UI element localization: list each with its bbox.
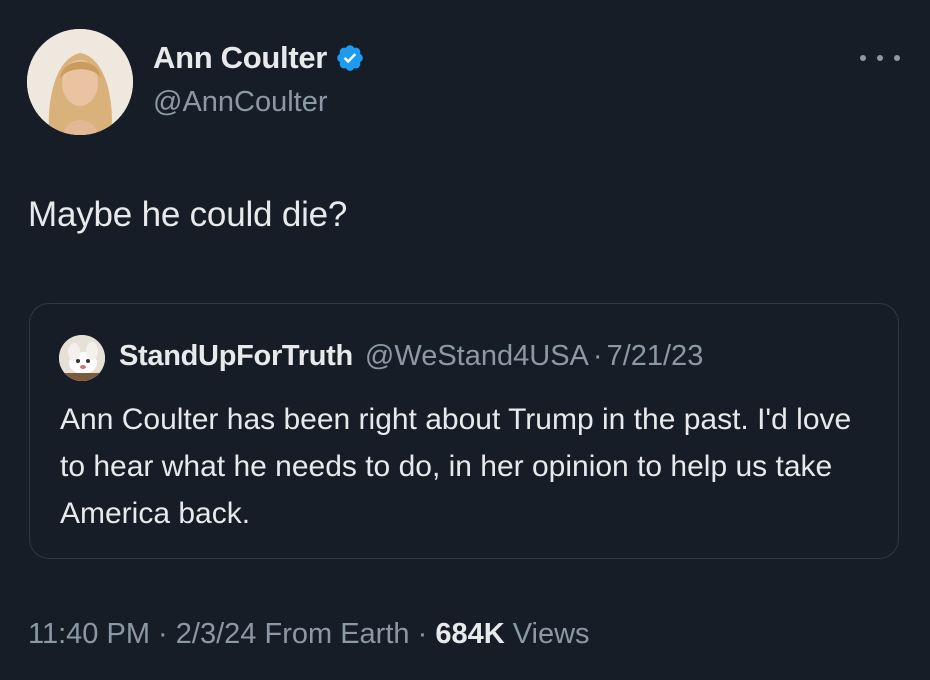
tweet-date[interactable]: 2/3/24 [176, 618, 257, 650]
tweet-text: Maybe he could die? [28, 195, 348, 234]
views-label: Views [512, 618, 590, 650]
tweet-card: Ann Coulter @AnnCoulter Maybe he could d… [0, 0, 930, 680]
quoted-header: StandUpForTruth @WeStand4USA · 7/21/23 [119, 340, 703, 373]
meta-separator: · [417, 618, 428, 650]
author-name-text: Ann Coulter [153, 40, 328, 75]
tweet-time[interactable]: 11:40 PM [28, 618, 150, 650]
quoted-author-handle[interactable]: @WeStand4USA [365, 340, 589, 373]
tweet-meta: 11:40 PM · 2/3/24 From Earth · 684K View… [28, 618, 590, 651]
quoted-date[interactable]: 7/21/23 [607, 340, 704, 373]
views-count[interactable]: 684K [435, 618, 504, 650]
quoted-author-avatar[interactable] [59, 335, 105, 381]
quoted-author-name[interactable]: StandUpForTruth [119, 340, 353, 373]
quoted-tweet[interactable]: StandUpForTruth @WeStand4USA · 7/21/23 A… [29, 303, 899, 559]
quoted-separator: · [592, 340, 603, 372]
author-avatar[interactable] [27, 29, 133, 135]
author-handle[interactable]: @AnnCoulter [153, 86, 328, 119]
meta-separator: · [158, 618, 168, 650]
verified-badge-icon [335, 43, 365, 73]
author-display-name[interactable]: Ann Coulter [153, 40, 365, 76]
quoted-tweet-text: Ann Coulter has been right about Trump i… [60, 403, 852, 530]
tweet-source: From Earth [264, 618, 410, 650]
more-options-icon[interactable] [860, 46, 900, 70]
